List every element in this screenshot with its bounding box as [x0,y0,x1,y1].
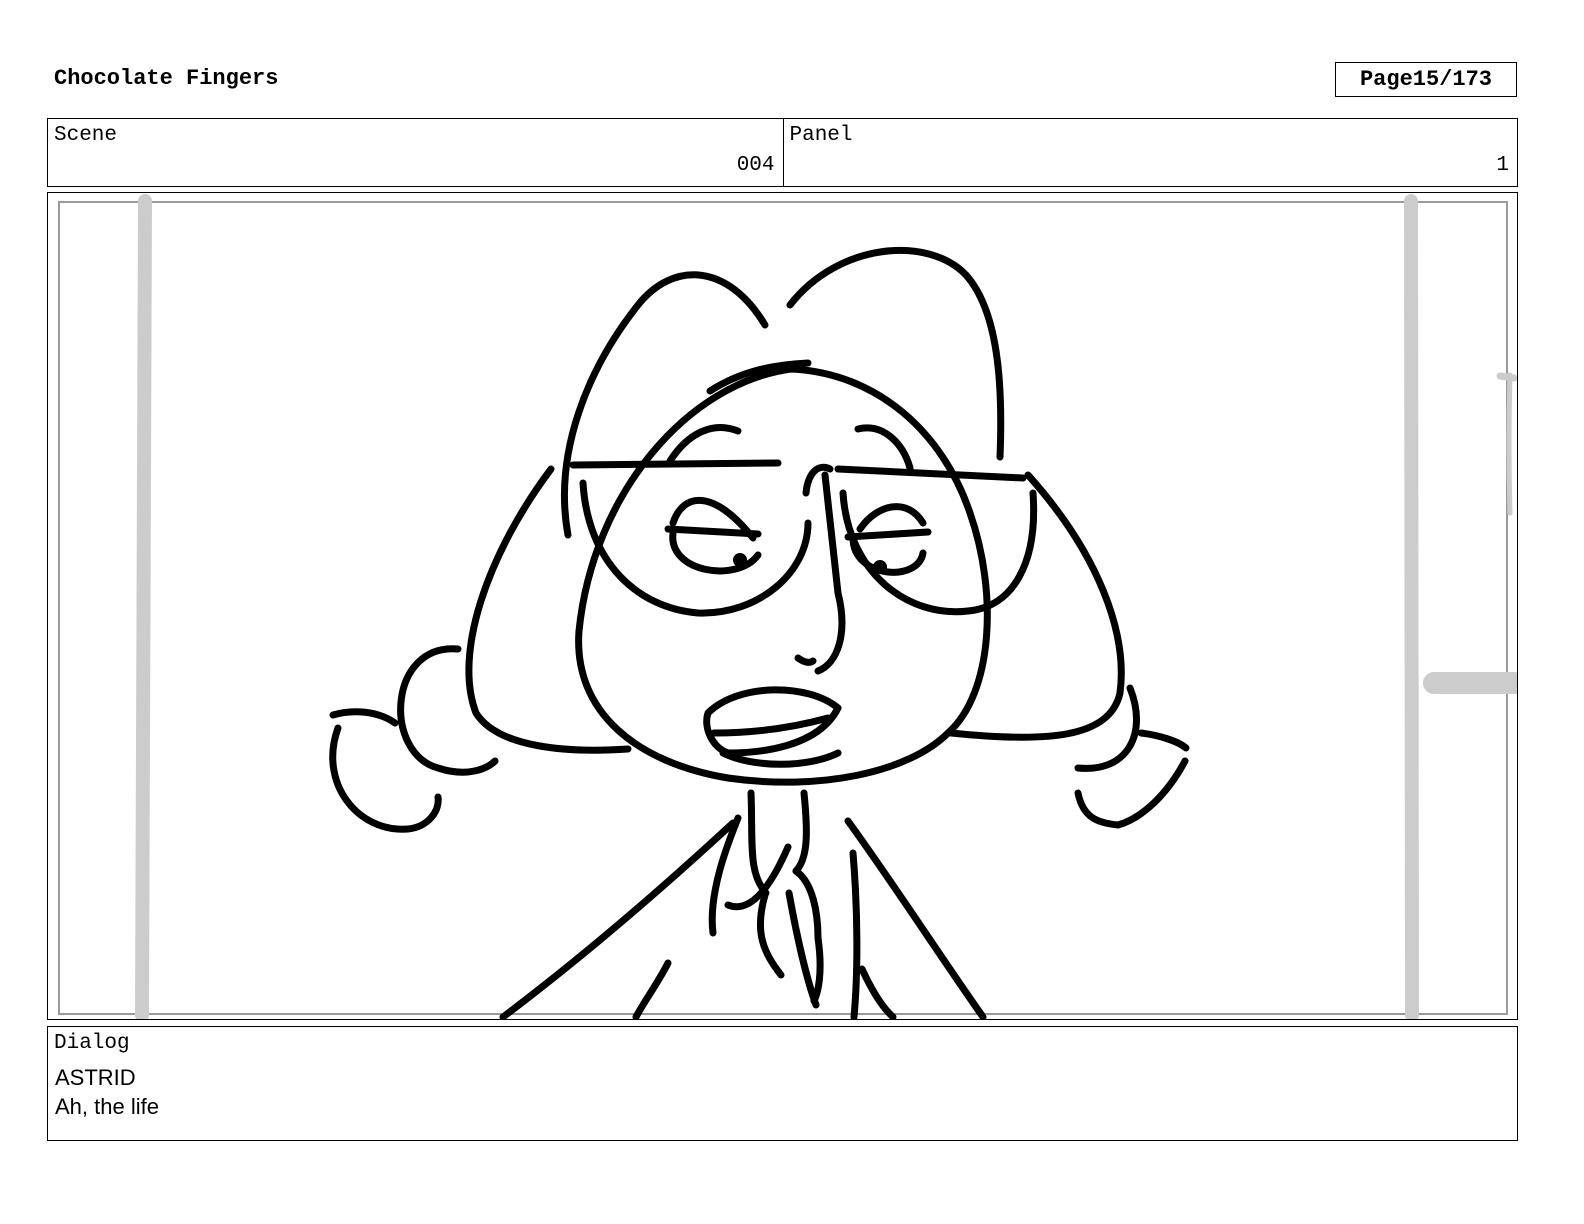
safe-area-guide [58,201,1508,1015]
dialog-box: Dialog ASTRID Ah, the life [47,1026,1518,1141]
storyboard-panel [47,192,1518,1020]
guide-bars [135,194,1517,1019]
storyboard-sketch [58,194,1517,1019]
dialog-speaker: ASTRID [55,1065,136,1090]
page-label: Page [1359,67,1413,92]
dialog-label: Dialog [54,1032,130,1055]
scene-panel-header: Scene 004 Panel 1 [47,118,1518,187]
scene-cell: Scene 004 [48,119,783,186]
page-number: 15/173 [1412,67,1493,92]
scene-label: Scene [54,124,118,147]
page-indicator: Page 15/173 [1335,62,1517,97]
scene-value: 004 [736,154,775,177]
panel-cell: Panel 1 [782,119,1518,186]
dialog-line: Ah, the life [55,1094,159,1119]
panel-label: Panel [789,124,853,147]
panel-value: 1 [1496,154,1509,177]
document-title: Chocolate Fingers [54,66,279,91]
character-sketch [329,246,1190,1019]
